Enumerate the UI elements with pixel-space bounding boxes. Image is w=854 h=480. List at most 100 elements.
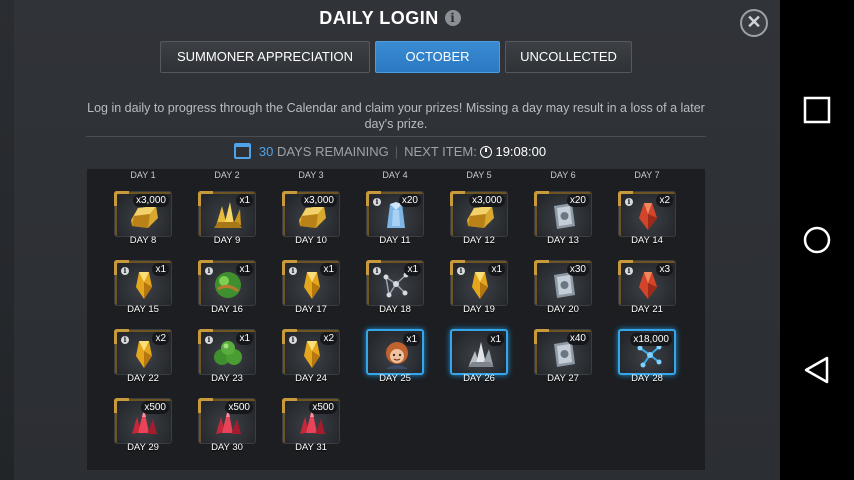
- reward-card[interactable]: x500: [114, 398, 172, 444]
- reward-cell[interactable]: x20 DAY 13: [534, 191, 592, 247]
- calendar-icon: [233, 143, 251, 159]
- info-icon[interactable]: i: [444, 10, 461, 26]
- reward-cell[interactable]: x18,000 DAY 28: [618, 329, 676, 385]
- item-info-icon[interactable]: i: [625, 267, 633, 275]
- tab-uncollected[interactable]: UNCOLLECTED: [505, 41, 632, 73]
- reward-cell[interactable]: i x1 DAY 15: [114, 260, 172, 316]
- reward-cell[interactable]: i x1 DAY 19: [450, 260, 508, 316]
- reward-card[interactable]: x500: [198, 398, 256, 444]
- reward-quantity: x1: [236, 332, 253, 345]
- tab-october[interactable]: OCTOBER: [375, 41, 500, 73]
- day-label: DAY 21: [631, 304, 663, 315]
- reward-quantity: x1: [236, 263, 253, 276]
- reward-cell[interactable]: x500 DAY 31: [282, 398, 340, 454]
- reward-cell[interactable]: x500 DAY 29: [114, 398, 172, 454]
- reward-card[interactable]: x3,000: [282, 191, 340, 237]
- reward-cell[interactable]: x500 DAY 30: [198, 398, 256, 454]
- reward-quantity: x3,000: [300, 194, 337, 207]
- reward-card[interactable]: x3,000: [114, 191, 172, 237]
- home-icon[interactable]: [802, 225, 832, 255]
- reward-card[interactable]: i x2: [618, 191, 676, 237]
- reward-cell[interactable]: i x1 DAY 16: [198, 260, 256, 316]
- day-label: DAY 11: [379, 235, 411, 246]
- day-label: DAY 16: [211, 304, 243, 315]
- item-info-icon[interactable]: i: [289, 336, 297, 344]
- reward-card[interactable]: i x1: [114, 260, 172, 306]
- reward-cell[interactable]: x3,000 DAY 10: [282, 191, 340, 247]
- back-icon[interactable]: [802, 355, 832, 385]
- day-label: DAY 22: [127, 373, 159, 384]
- reward-cell[interactable]: x1 DAY 26: [450, 329, 508, 385]
- item-info-icon[interactable]: i: [289, 267, 297, 275]
- reward-card[interactable]: x1: [450, 329, 508, 375]
- stopwatch-icon: [480, 146, 493, 158]
- day-label: DAY 20: [547, 304, 579, 315]
- tab-summoner-appreciation[interactable]: SUMMONER APPRECIATION: [160, 41, 370, 73]
- reward-card[interactable]: x1: [366, 329, 424, 375]
- reward-cell[interactable]: i x20 DAY 11: [366, 191, 424, 247]
- reward-card[interactable]: x18,000: [618, 329, 676, 375]
- reward-card[interactable]: i x2: [114, 329, 172, 375]
- day-label: DAY 24: [295, 373, 327, 384]
- reward-card[interactable]: i x3: [618, 260, 676, 306]
- day-label: DAY 13: [547, 235, 579, 246]
- reward-card[interactable]: x40: [534, 329, 592, 375]
- reward-cell[interactable]: x40 DAY 27: [534, 329, 592, 385]
- reward-cell[interactable]: x1 DAY 9: [198, 191, 256, 247]
- day-label: DAY 30: [211, 442, 243, 453]
- day-label-top: DAY 5: [466, 170, 492, 180]
- item-info-icon[interactable]: i: [457, 267, 465, 275]
- reward-card[interactable]: i x2: [282, 329, 340, 375]
- reward-card[interactable]: i x1: [198, 329, 256, 375]
- day-label: DAY 25: [379, 373, 411, 384]
- reward-quantity: x18,000: [630, 333, 672, 346]
- reward-cell[interactable]: x1 DAY 25: [366, 329, 424, 385]
- recent-apps-icon[interactable]: [802, 95, 832, 125]
- item-info-icon[interactable]: i: [205, 267, 213, 275]
- day-label-top: DAY 1: [130, 170, 156, 180]
- reward-quantity: x3,000: [132, 194, 169, 207]
- next-item-timer: 19:08:00: [495, 144, 547, 159]
- day-label-top: DAY 3: [298, 170, 324, 180]
- status-bar: 30 DAYS REMAINING | NEXT ITEM: 19:08:00: [0, 143, 780, 159]
- reward-card[interactable]: i x1: [282, 260, 340, 306]
- reward-quantity: x40: [566, 332, 589, 345]
- reward-cell[interactable]: x3,000 DAY 12: [450, 191, 508, 247]
- reward-card[interactable]: x3,000: [450, 191, 508, 237]
- reward-cell[interactable]: i x2 DAY 22: [114, 329, 172, 385]
- item-info-icon[interactable]: i: [373, 198, 381, 206]
- reward-card[interactable]: x500: [282, 398, 340, 444]
- day-label-top: DAY 2: [214, 170, 240, 180]
- reward-card[interactable]: x30: [534, 260, 592, 306]
- reward-cell[interactable]: i x1 DAY 23: [198, 329, 256, 385]
- reward-cell[interactable]: i x3 DAY 21: [618, 260, 676, 316]
- reward-cell[interactable]: i x2 DAY 24: [282, 329, 340, 385]
- reward-card[interactable]: i x1: [366, 260, 424, 306]
- reward-card[interactable]: i x1: [198, 260, 256, 306]
- reward-card[interactable]: i x20: [366, 191, 424, 237]
- next-item-label: NEXT ITEM:: [404, 144, 477, 159]
- day-label-top: DAY 7: [634, 170, 660, 180]
- day-label: DAY 26: [463, 373, 495, 384]
- reward-cell[interactable]: i x1 DAY 18: [366, 260, 424, 316]
- reward-card[interactable]: x1: [198, 191, 256, 237]
- reward-cell[interactable]: x30 DAY 20: [534, 260, 592, 316]
- reward-cell[interactable]: x3,000 DAY 8: [114, 191, 172, 247]
- reward-quantity: x1: [320, 263, 337, 276]
- item-info-icon[interactable]: i: [121, 267, 129, 275]
- item-info-icon[interactable]: i: [205, 336, 213, 344]
- item-info-icon[interactable]: i: [625, 198, 633, 206]
- day-label: DAY 27: [547, 373, 579, 384]
- reward-card[interactable]: x20: [534, 191, 592, 237]
- day-label: DAY 9: [213, 235, 241, 246]
- reward-card[interactable]: i x1: [450, 260, 508, 306]
- reward-cell[interactable]: i x2 DAY 14: [618, 191, 676, 247]
- item-info-icon[interactable]: i: [373, 267, 381, 275]
- close-icon[interactable]: ✕: [740, 9, 768, 37]
- reward-quantity: x2: [656, 194, 673, 207]
- calendar-grid[interactable]: DAY 1 DAY 2 DAY 3 DAY 4 DAY 5 DAY 6 DAY 7 x3,00…: [86, 168, 706, 471]
- item-info-icon[interactable]: i: [121, 336, 129, 344]
- reward-cell[interactable]: i x1 DAY 17: [282, 260, 340, 316]
- description-text: Log in daily to progress through the Cal…: [87, 101, 705, 131]
- divider: [86, 136, 706, 137]
